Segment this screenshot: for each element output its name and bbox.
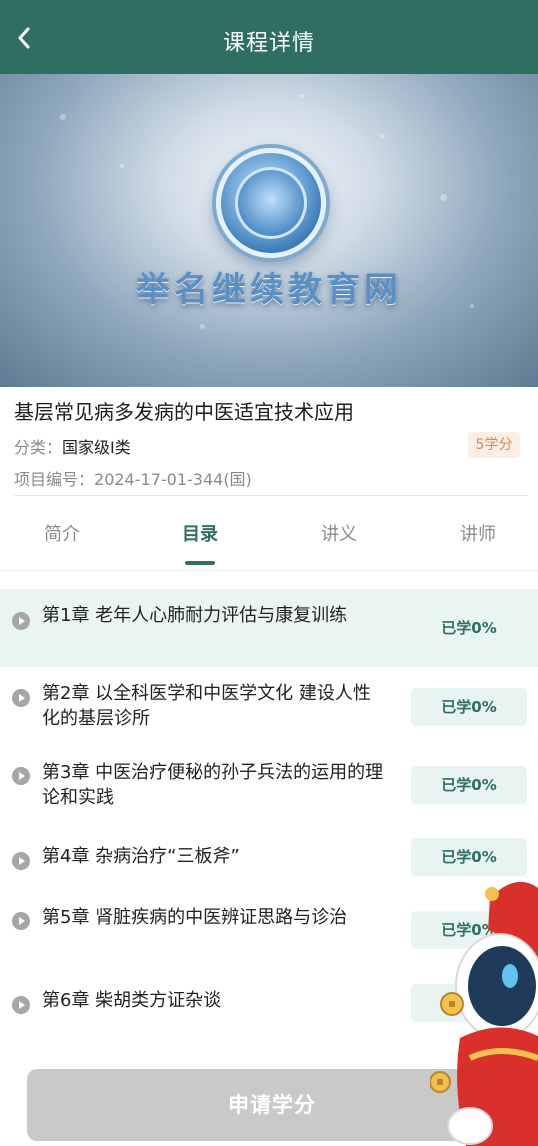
play-icon — [12, 612, 30, 630]
logo-emblem — [216, 148, 326, 258]
play-icon — [12, 996, 30, 1014]
play-icon — [12, 912, 30, 930]
chapter-progress: 已学0% — [411, 688, 527, 726]
chapter-item[interactable]: 第1章 老年人心肺耐力评估与康复训练 已学0% — [0, 589, 538, 667]
chapter-progress: 已学0% — [411, 766, 527, 804]
chapter-title: 第5章 肾脏疾病的中医辨证思路与诊治 — [42, 907, 348, 928]
chapter-item[interactable]: 第2章 以全科医学和中医学文化 建设人性化的基层诊所 已学0% — [0, 668, 538, 746]
page-title: 课程详情 — [222, 31, 315, 56]
project-value: 2024-17-01-344(国) — [94, 470, 252, 489]
chapter-progress: 已学0% — [441, 619, 497, 637]
course-project-number: 项目编号：2024-17-01-344(国) — [14, 466, 252, 490]
chapter-title: 第3章 中医治疗便秘的孙子兵法的运用的理论和实践 — [42, 762, 384, 808]
course-category: 分类：国家级I类 — [14, 434, 131, 458]
play-icon — [12, 767, 30, 785]
tab-handout[interactable]: 讲义 — [299, 520, 379, 546]
chapter-title: 第2章 以全科医学和中医学文化 建设人性化的基层诊所 — [42, 683, 371, 729]
play-icon — [12, 689, 30, 707]
chapter-item[interactable]: 第3章 中医治疗便秘的孙子兵法的运用的理论和实践 已学0% — [0, 746, 538, 824]
chapter-title: 第1章 老年人心肺耐力评估与康复训练 — [42, 605, 348, 626]
course-banner[interactable]: 举名继续教育网 — [0, 74, 538, 387]
tab-catalog[interactable]: 目录 — [160, 520, 240, 546]
credit-badge: 5学分 — [468, 432, 520, 458]
tab-lecturer[interactable]: 讲师 — [438, 520, 518, 546]
tabs-divider — [0, 570, 538, 571]
app-header: 课程详情 — [0, 0, 538, 74]
mascot-float-button[interactable] — [430, 868, 538, 1146]
play-icon — [12, 852, 30, 870]
category-label: 分类： — [14, 438, 63, 457]
banner-logo-text: 举名继续教育网 — [136, 270, 402, 310]
chapter-title: 第6章 柴胡类方证杂谈 — [42, 990, 222, 1011]
course-title: 基层常见病多发病的中医适宜技术应用 — [14, 400, 354, 424]
chapter-title: 第4章 杂病治疗“三板斧” — [42, 846, 240, 867]
project-label: 项目编号： — [14, 470, 95, 489]
category-value: 国家级I类 — [62, 438, 131, 457]
tab-intro[interactable]: 简介 — [22, 520, 102, 546]
active-tab-indicator — [185, 561, 215, 565]
divider — [14, 495, 528, 496]
course-tabs: 简介 目录 讲义 讲师 — [0, 520, 538, 565]
